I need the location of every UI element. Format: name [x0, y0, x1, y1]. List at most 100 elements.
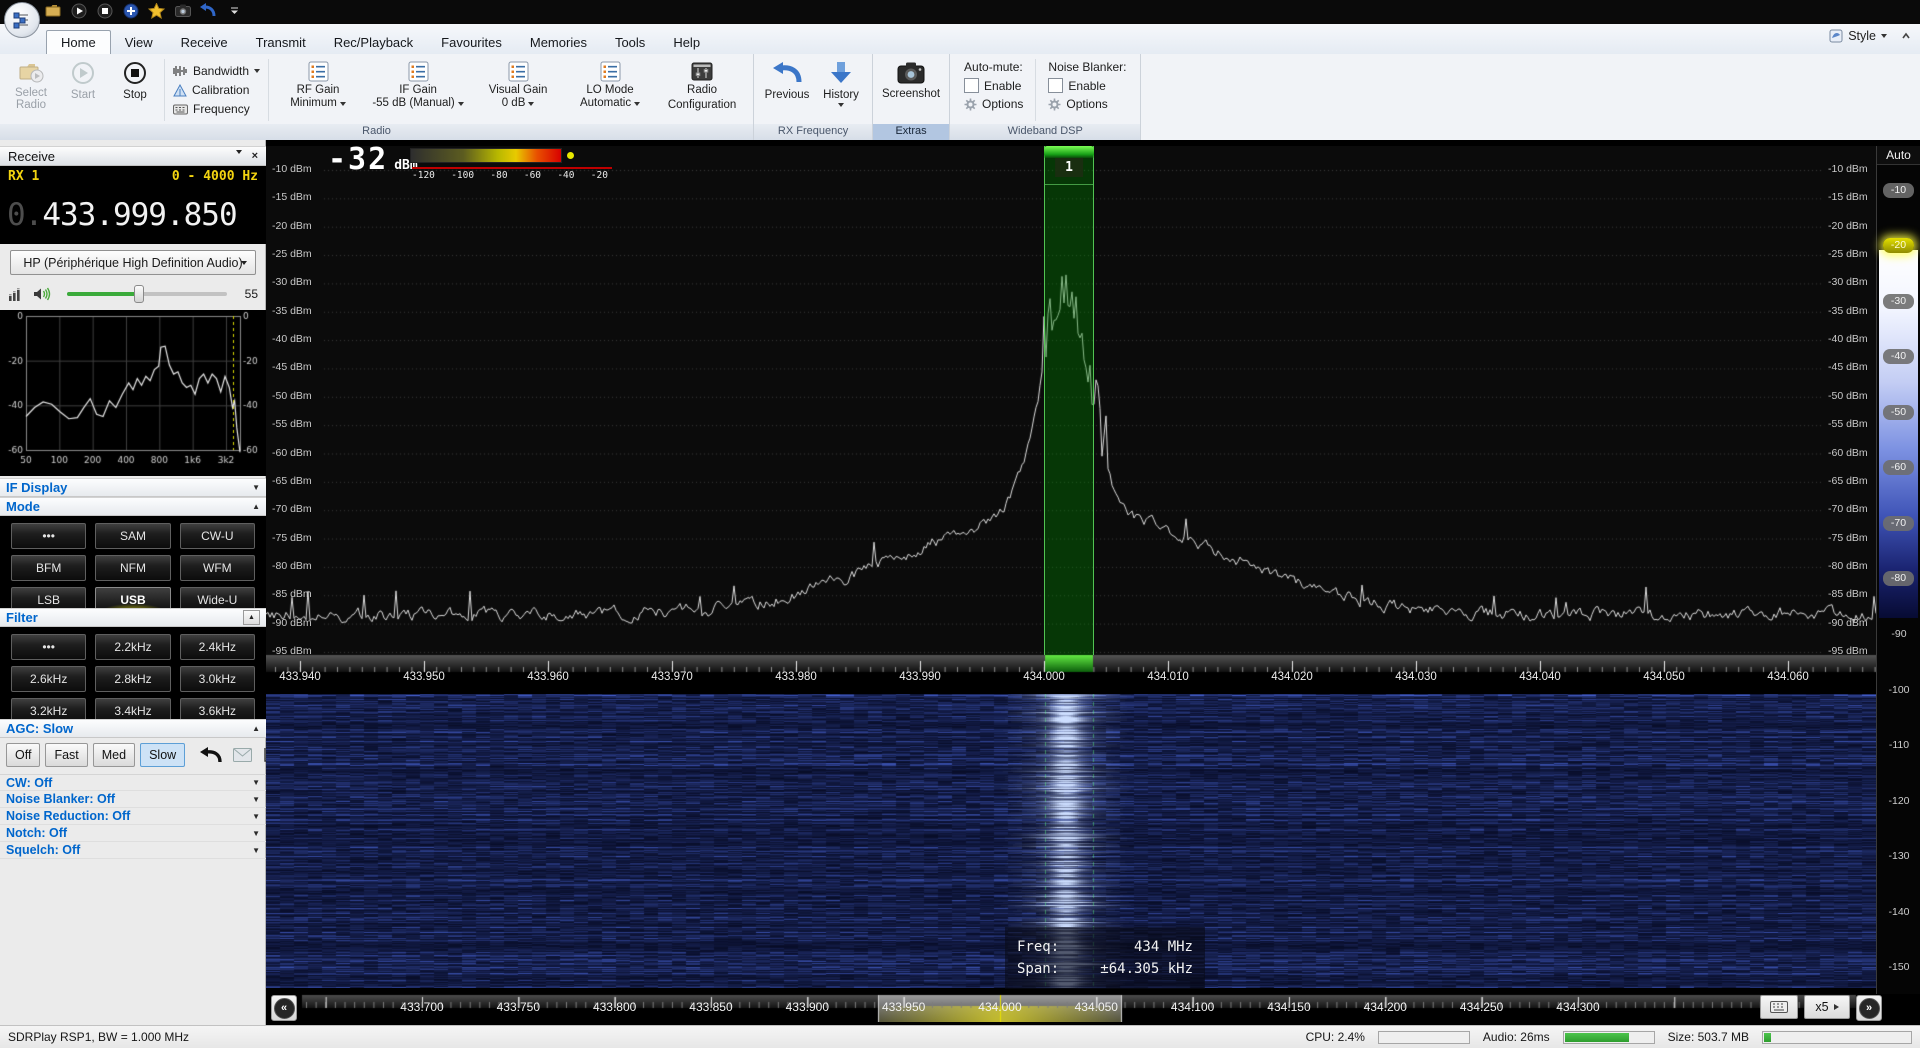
section-cw[interactable]: CW: Off ▼	[0, 774, 266, 791]
waterfall-level-scale[interactable]: Auto -10 -20 -30 -40 -50 -60 -70 -80 -90 -100 -110…	[1876, 146, 1920, 994]
automute-options-button[interactable]: Options	[964, 97, 1023, 111]
start-button[interactable]: Start	[57, 57, 109, 123]
section-filter[interactable]: Filter ▲	[0, 608, 266, 627]
tab-view[interactable]: View	[111, 31, 167, 54]
panel-close-icon[interactable]: ×	[252, 150, 258, 162]
noise-blanker-options-button[interactable]: Options	[1048, 97, 1126, 111]
filter-button-2-6khz[interactable]: 2.6kHz	[11, 666, 87, 692]
stop-icon[interactable]	[96, 2, 113, 19]
mode-button-dots[interactable]: •••	[11, 523, 87, 549]
mode-button-sam[interactable]: SAM	[95, 523, 171, 549]
level-scale-pill[interactable]: -20	[1883, 238, 1914, 253]
agc-button-med[interactable]: Med	[92, 743, 136, 767]
favourite-star-icon[interactable]	[148, 2, 165, 19]
agc-button-slow[interactable]: Slow	[140, 743, 186, 767]
auto-level-button[interactable]: Auto	[1877, 146, 1920, 165]
app-menu-button[interactable]	[4, 2, 40, 38]
tab-tools[interactable]: Tools	[601, 31, 659, 54]
volume-row: 55	[8, 282, 258, 306]
agc-button-off[interactable]: Off	[6, 743, 41, 767]
lo-mode-button[interactable]: LO Mode Automatic	[564, 57, 656, 123]
mode-button-wfm[interactable]: WFM	[179, 555, 255, 581]
scroll-left-button[interactable]: «	[271, 995, 297, 1021]
panel-dropdown-icon[interactable]	[235, 150, 242, 154]
section-notch[interactable]: Notch: Off ▼	[0, 825, 266, 842]
ribbon-tab-row: Home View Receive Transmit Rec/Playback Favou…	[0, 24, 1920, 55]
tab-favourites[interactable]: Favourites	[427, 31, 516, 54]
navigator-freq-label: 434.050	[1074, 1000, 1118, 1014]
envelope-icon[interactable]	[233, 748, 253, 762]
visual-gain-button[interactable]: Visual Gain 0 dB	[472, 57, 564, 123]
automute-enable-label: Enable	[984, 78, 1022, 93]
screenshot-button[interactable]: Screenshot	[878, 57, 944, 123]
volume-slider[interactable]	[67, 285, 227, 303]
rx-marker-badge[interactable]: 1	[1055, 158, 1083, 177]
volume-slider-handle[interactable]	[134, 285, 144, 303]
zoom-factor-button[interactable]: x5	[1804, 995, 1850, 1019]
frequency-button[interactable]: Frequency	[173, 102, 260, 116]
play-icon[interactable]	[70, 2, 87, 19]
mode-button-nfm[interactable]: NFM	[95, 555, 171, 581]
tab-receive[interactable]: Receive	[167, 31, 242, 54]
tab-rec-playback[interactable]: Rec/Playback	[320, 31, 427, 54]
scroll-right-button[interactable]: »	[1856, 995, 1882, 1021]
filter-button-3-0khz[interactable]: 3.0kHz	[179, 666, 255, 692]
if-gain-button[interactable]: IF Gain -55 dB (Manual)	[364, 57, 472, 123]
keyboard-entry-button[interactable]	[1760, 995, 1798, 1019]
camera-icon[interactable]	[174, 2, 191, 19]
filter-button-dots[interactable]: •••	[11, 634, 87, 660]
stop-button[interactable]: Stop	[109, 57, 161, 123]
noise-blanker-title: Noise Blanker:	[1048, 60, 1127, 74]
ribbon-collapse-icon[interactable]	[1900, 30, 1912, 42]
section-agc[interactable]: AGC: Slow ▲	[0, 719, 266, 738]
status-bar: SDRPlay RSP1, BW = 1.000 MHz CPU: 2.4% A…	[0, 1025, 1920, 1048]
collapse-button[interactable]: ▲	[243, 610, 260, 625]
chevron-down-icon: ▼	[252, 778, 260, 787]
rf-gain-title: RF Gain	[296, 84, 340, 96]
section-squelch[interactable]: Squelch: Off ▼	[0, 842, 266, 859]
undo-icon[interactable]	[200, 2, 217, 19]
radio-configuration-button[interactable]: Radio Configuration	[656, 57, 748, 123]
noise-blanker-enable-checkbox[interactable]: Enable	[1048, 78, 1126, 93]
status-device: SDRPlay RSP1, BW = 1.000 MHz	[8, 1030, 190, 1044]
tab-transmit[interactable]: Transmit	[242, 31, 320, 54]
section-noise-blanker[interactable]: Noise Blanker: Off ▼	[0, 791, 266, 808]
automute-enable-checkbox[interactable]: Enable	[964, 78, 1023, 93]
agc-reset-icon[interactable]	[200, 746, 222, 764]
tab-home[interactable]: Home	[46, 30, 111, 54]
filter-button-2-4khz[interactable]: 2.4kHz	[179, 634, 255, 660]
open-folder-icon[interactable]	[44, 2, 61, 19]
filter-button-2-2khz[interactable]: 2.2kHz	[95, 634, 171, 660]
receive-panel-header[interactable]: Receive ×	[0, 146, 266, 166]
tab-help[interactable]: Help	[659, 31, 714, 54]
add-icon[interactable]	[122, 2, 139, 19]
style-control[interactable]: Style	[1829, 29, 1912, 43]
spectrum-freq-label: 434.060	[1767, 671, 1809, 683]
equalizer-icon[interactable]	[8, 287, 23, 302]
legend-red-line	[412, 167, 612, 169]
navigator-freq-label: 434.300	[1556, 1000, 1600, 1014]
rf-gain-button[interactable]: RF Gain Minimum	[272, 57, 364, 123]
tuned-filter-band[interactable]: 1	[1044, 146, 1094, 655]
frequency-display[interactable]: 0. 433.999.850	[0, 186, 266, 244]
section-mode[interactable]: Mode ▲	[0, 497, 266, 516]
gear-icon	[964, 98, 977, 110]
tab-memories[interactable]: Memories	[516, 31, 601, 54]
ribbon-group-wideband-dsp: Auto-mute: Enable Options Noise Blanker:…	[950, 54, 1142, 140]
mode-button-cw-u[interactable]: CW-U	[179, 523, 255, 549]
section-noise-reduction[interactable]: Noise Reduction: Off ▼	[0, 808, 266, 825]
calibration-button[interactable]: Calibration	[173, 83, 260, 97]
select-radio-button[interactable]: Select Radio	[5, 57, 57, 123]
qat-dropdown-icon[interactable]	[226, 2, 243, 19]
mode-button-bfm[interactable]: BFM	[11, 555, 87, 581]
section-if-display[interactable]: IF Display ▼	[0, 478, 266, 497]
power-value: -32	[328, 142, 389, 177]
previous-button[interactable]: Previous	[759, 57, 815, 123]
history-button[interactable]: History	[815, 57, 867, 123]
speaker-icon[interactable]	[33, 286, 53, 302]
chevron-down-icon	[457, 101, 464, 106]
audio-device-select[interactable]: HP (Périphérique High Definition Audio)	[10, 250, 256, 275]
bandwidth-button[interactable]: Bandwidth	[173, 64, 261, 78]
filter-button-2-8khz[interactable]: 2.8kHz	[95, 666, 171, 692]
agc-button-fast[interactable]: Fast	[45, 743, 88, 767]
